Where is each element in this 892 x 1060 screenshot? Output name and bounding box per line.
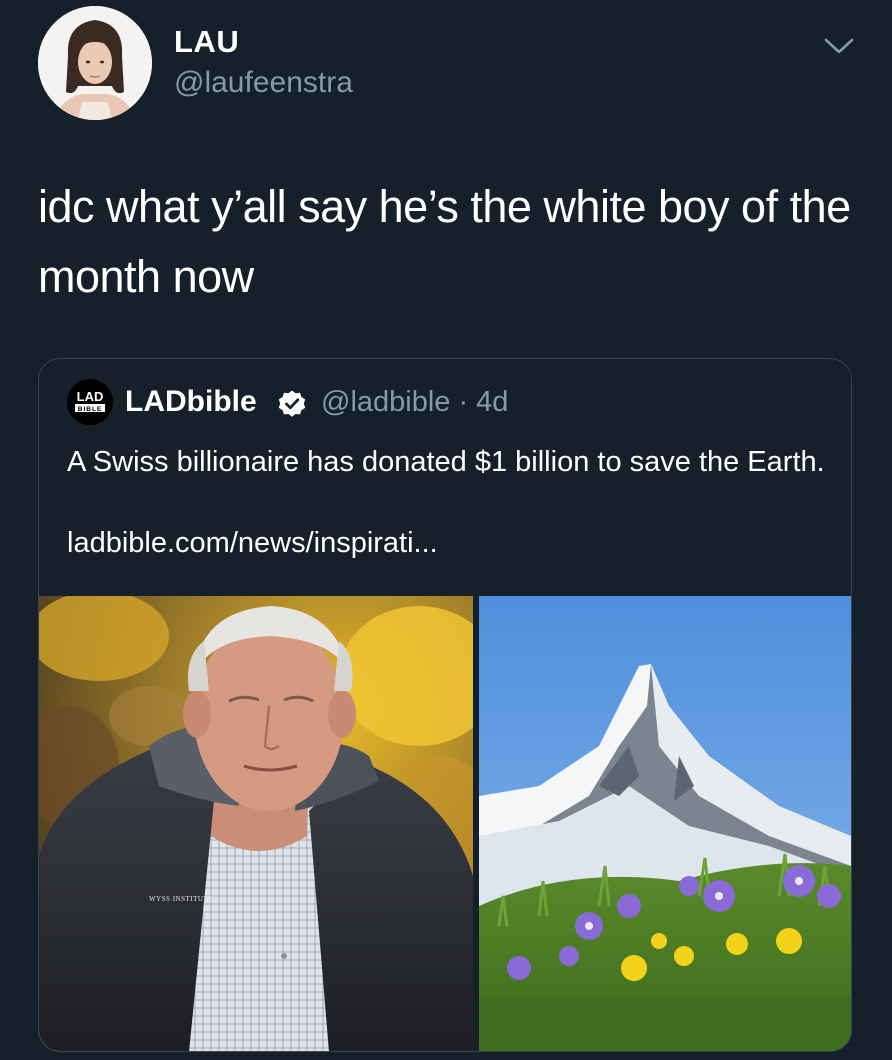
- quoted-tweet-media[interactable]: WYSS INSTITUTE: [39, 596, 851, 1051]
- tweet-text: idc what y’all say he’s the white boy of…: [38, 181, 851, 302]
- tweet-screen: LAU @laufeenstra idc what y’all say he’s…: [0, 0, 892, 1060]
- quoted-display-name[interactable]: LADbible: [125, 385, 257, 419]
- quoted-tweet-link[interactable]: ladbible.com/news/inspirati...: [67, 527, 438, 560]
- vest-logo-text: WYSS INSTITUTE: [149, 895, 213, 903]
- author-avatar[interactable]: [38, 6, 152, 120]
- avatar-photo: [38, 6, 152, 120]
- author-display-name[interactable]: LAU: [174, 24, 239, 60]
- chevron-down-icon[interactable]: [822, 32, 856, 58]
- photo-elderly-man-in-vest[interactable]: WYSS INSTITUTE: [39, 596, 473, 1051]
- logo-text-bottom: BIBLE: [78, 406, 103, 413]
- ladbible-logo-avatar[interactable]: LAD BIBLE: [67, 379, 113, 425]
- author-handle[interactable]: @laufeenstra: [174, 66, 353, 100]
- quoted-handle-and-time[interactable]: @ladbible · 4d: [321, 386, 508, 419]
- verified-badge-icon: [277, 389, 307, 419]
- logo-text-top: LAD: [77, 389, 104, 404]
- quoted-tweet-text: A Swiss billionaire has donated $1 billi…: [67, 446, 825, 478]
- photo-matterhorn-with-flowers[interactable]: [479, 596, 851, 1051]
- quoted-tweet-card[interactable]: LAD BIBLE LADbible @ladbible · 4d A Swis…: [38, 358, 852, 1052]
